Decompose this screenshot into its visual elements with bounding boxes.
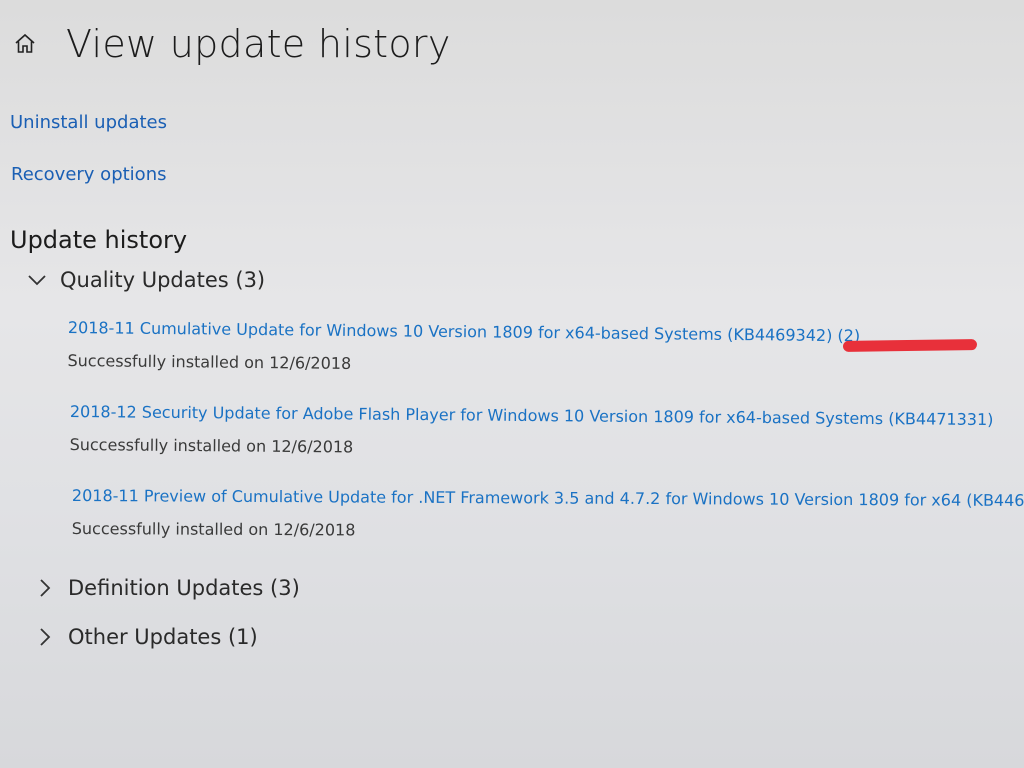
update-link[interactable]: 2018-11 Cumulative Update for Windows 10… bbox=[68, 318, 860, 345]
settings-page: View update history Uninstall updates Re… bbox=[0, 0, 1024, 768]
update-item: 2018-12 Security Update for Adobe Flash … bbox=[70, 402, 994, 462]
other-updates-label: Other Updates (1) bbox=[68, 625, 258, 649]
update-item: 2018-11 Cumulative Update for Windows 10… bbox=[67, 318, 860, 378]
red-annotation-mark bbox=[842, 339, 978, 352]
chevron-right-icon bbox=[34, 577, 56, 599]
quality-updates-group[interactable]: Quality Updates (3) bbox=[26, 268, 265, 292]
other-updates-group[interactable]: Other Updates (1) bbox=[34, 625, 258, 649]
definition-updates-group[interactable]: Definition Updates (3) bbox=[34, 576, 300, 600]
section-title: Update history bbox=[10, 226, 188, 254]
page-header: View update history bbox=[8, 22, 451, 66]
uninstall-updates-link[interactable]: Uninstall updates bbox=[10, 112, 167, 133]
home-icon[interactable] bbox=[8, 27, 42, 61]
update-item: 2018-11 Preview of Cumulative Update for… bbox=[72, 486, 1024, 543]
quality-updates-label: Quality Updates (3) bbox=[60, 268, 266, 292]
update-status: Successfully installed on 12/6/2018 bbox=[67, 350, 352, 373]
update-link[interactable]: 2018-12 Security Update for Adobe Flash … bbox=[70, 402, 994, 429]
page-title: View update history bbox=[66, 22, 451, 66]
update-link[interactable]: 2018-11 Preview of Cumulative Update for… bbox=[72, 486, 1024, 510]
update-status: Successfully installed on 12/6/2018 bbox=[71, 518, 356, 540]
recovery-options-link[interactable]: Recovery options bbox=[11, 164, 166, 185]
definition-updates-label: Definition Updates (3) bbox=[68, 576, 300, 600]
chevron-down-icon bbox=[26, 269, 48, 291]
chevron-right-icon bbox=[34, 626, 56, 648]
update-status: Successfully installed on 12/6/2018 bbox=[69, 434, 354, 457]
